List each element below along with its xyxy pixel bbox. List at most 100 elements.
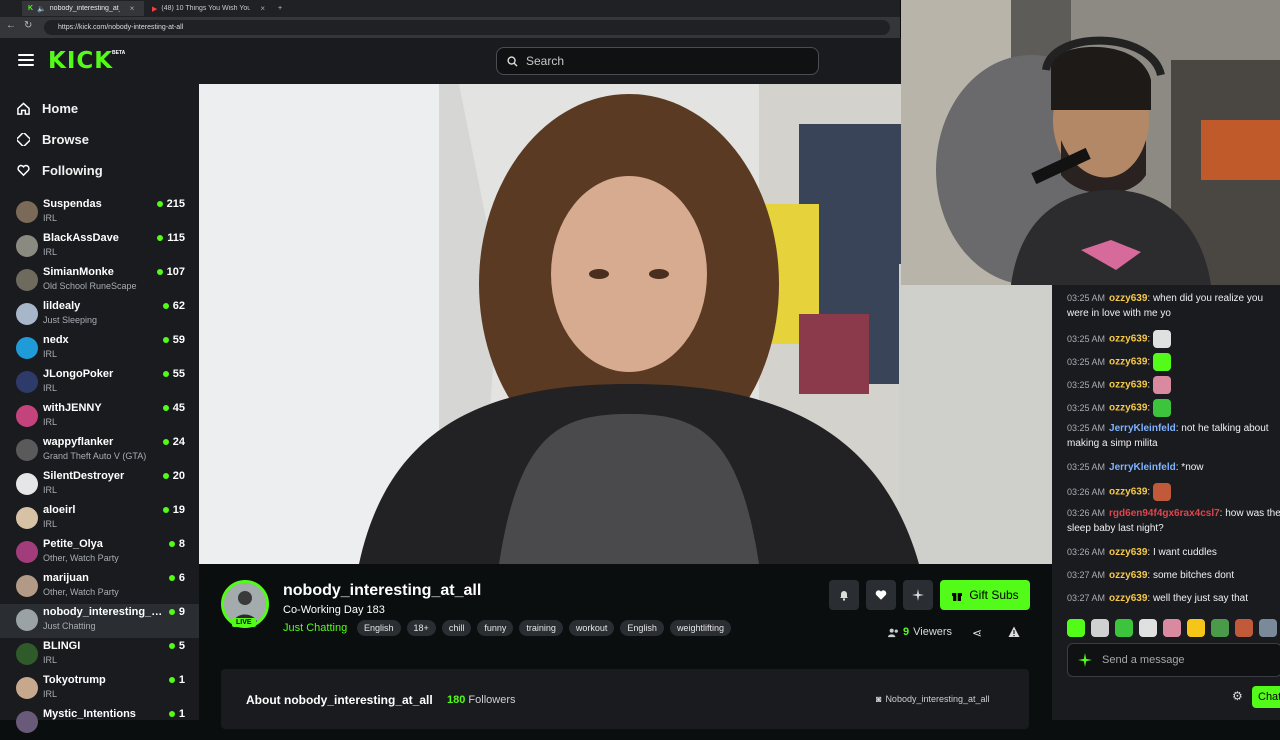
chat-username[interactable]: ozzy639	[1109, 570, 1147, 581]
emote-icon[interactable]	[1187, 619, 1205, 637]
emote-icon[interactable]	[1235, 619, 1253, 637]
chat-input[interactable]	[1102, 654, 1272, 666]
close-tab-icon[interactable]: ×	[130, 4, 135, 13]
sidebar-channel-simianmonke[interactable]: SimianMonke Old School RuneScape 107	[0, 264, 199, 298]
sidebar-channel-petite-olya[interactable]: Petite_Olya Other, Watch Party 8	[0, 536, 199, 570]
channel-name: JLongoPoker	[43, 368, 114, 380]
stream-tag[interactable]: training	[519, 620, 563, 636]
nav-browse[interactable]: Browse	[17, 132, 89, 147]
discord-icon: ◙	[876, 694, 882, 704]
channel-category: Just Chatting	[43, 621, 96, 631]
gift-subs-button[interactable]: Gift Subs	[940, 580, 1030, 610]
nav-following[interactable]: Following	[17, 163, 103, 178]
sidebar-channel-jlongopoker[interactable]: JLongoPoker IRL 55	[0, 366, 199, 400]
search-box[interactable]	[496, 47, 819, 75]
channel-viewers: 5	[168, 640, 185, 652]
chat-username[interactable]: ozzy639	[1109, 487, 1147, 498]
sidebar-channel-silentdestroyer[interactable]: SilentDestroyer IRL 20	[0, 468, 199, 502]
notification-button[interactable]	[829, 580, 859, 610]
sidebar-channel-tokyotrump[interactable]: Tokyotrump IRL 1	[0, 672, 199, 706]
chat-username[interactable]: ozzy639	[1109, 403, 1147, 414]
chat-username[interactable]: ozzy639	[1109, 293, 1147, 304]
chat-timestamp: 03:27 AM	[1067, 570, 1106, 580]
channel-viewers: 62	[162, 300, 185, 312]
sidebar-channel-blackassdave[interactable]: BlackAssDave IRL 115	[0, 230, 199, 264]
stream-tag[interactable]: English	[620, 620, 664, 636]
channel-name: SilentDestroyer	[43, 470, 125, 482]
discord-link[interactable]: ◙ Nobody_interesting_at_all	[876, 694, 990, 704]
chat-timestamp: 03:25 AM	[1067, 379, 1106, 390]
chat-timestamp: 03:26 AM	[1067, 547, 1106, 557]
follow-button[interactable]	[866, 580, 896, 610]
channel-viewers: 20	[162, 470, 185, 482]
sidebar-channel-blingi[interactable]: BLINGI IRL 5	[0, 638, 199, 672]
search-input[interactable]	[526, 54, 806, 68]
chat-username[interactable]: JerryKleinfeld	[1109, 462, 1176, 473]
browser-tab[interactable]: ▶ (48) 10 Things You Wish You Kne ×	[146, 1, 271, 16]
chat-username[interactable]: rgd6en94f4gx6rax4csl7	[1109, 508, 1220, 519]
sidebar-channel-withjenny[interactable]: withJENNY IRL 45	[0, 400, 199, 434]
nav-home[interactable]: Home	[17, 101, 78, 116]
chat-username[interactable]: ozzy639	[1109, 593, 1147, 604]
close-tab-icon[interactable]: ×	[260, 4, 265, 13]
chat-input-box[interactable]	[1067, 643, 1280, 677]
chat-username[interactable]: ozzy639	[1109, 334, 1147, 345]
channel-viewers: 45	[162, 402, 185, 414]
stream-tag[interactable]: 18+	[406, 620, 436, 636]
browser-tab-active[interactable]: K 🔈 nobody_interesting_at_all St ×	[22, 1, 144, 16]
sidebar-channel-mystic-intentions[interactable]: Mystic_Intentions 1	[0, 706, 199, 740]
sidebar-channel-wappyflanker[interactable]: wappyflanker Grand Theft Auto V (GTA) 24	[0, 434, 199, 468]
emote-icon[interactable]	[1211, 619, 1229, 637]
chat-username[interactable]: ozzy639	[1109, 357, 1147, 368]
chat-emote-icon[interactable]	[1152, 483, 1171, 501]
sidebar-channel-nobody-interesting-at-all[interactable]: nobody_interesting_at_all Just Chatting 9	[0, 604, 199, 638]
chat-message: 03:26 AM rgd6en94f4gx6rax4csl7: how was t…	[1067, 508, 1280, 534]
sidebar-channel-lildealy[interactable]: lildealy Just Sleeping 62	[0, 298, 199, 332]
sidebar-channel-aloeirl[interactable]: aloeirl IRL 19	[0, 502, 199, 536]
stream-tag[interactable]: English	[357, 620, 401, 636]
share-icon[interactable]: ⋖	[972, 626, 982, 640]
chat-emote-icon[interactable]	[1152, 353, 1171, 371]
chat-username[interactable]: ozzy639	[1109, 380, 1147, 391]
sidebar-channel-nedx[interactable]: nedx IRL 59	[0, 332, 199, 366]
emote-icon[interactable]	[1163, 619, 1181, 637]
channel-category: IRL	[43, 485, 58, 495]
channel-category: IRL	[43, 247, 58, 257]
emote-icon[interactable]	[1259, 619, 1277, 637]
channel-viewers: 6	[168, 572, 185, 584]
new-tab-icon[interactable]: +	[272, 1, 288, 16]
menu-icon[interactable]	[18, 54, 34, 66]
sidebar-channel-marijuan[interactable]: marijuan Other, Watch Party 6	[0, 570, 199, 604]
stream-tag[interactable]: chill	[441, 620, 472, 636]
stream-tag[interactable]: funny	[477, 620, 514, 636]
chat-send-button[interactable]: Chat	[1252, 686, 1280, 708]
emote-icon[interactable]	[1067, 619, 1085, 637]
back-icon[interactable]: ←	[6, 20, 16, 31]
channel-category: Grand Theft Auto V (GTA)	[43, 451, 147, 461]
kick-logo[interactable]: KICK	[48, 48, 113, 74]
chat-emote-icon[interactable]	[1152, 376, 1171, 394]
stream-tag[interactable]: weightlifting	[669, 620, 731, 636]
discord-link-label: Nobody_interesting_at_all	[885, 694, 990, 704]
live-dot-icon	[168, 609, 175, 615]
emote-icon[interactable]	[1091, 619, 1109, 637]
url-field[interactable]: https://kick.com/nobody-interesting-at-a…	[44, 20, 890, 35]
chat-username[interactable]: ozzy639	[1109, 547, 1147, 558]
channel-avatar	[16, 541, 38, 563]
channel-name[interactable]: nobody_interesting_at_all	[283, 582, 481, 600]
emote-icon[interactable]	[1115, 619, 1133, 637]
channel-viewers: 59	[162, 334, 185, 346]
stream-tag[interactable]: workout	[568, 620, 615, 636]
reload-icon[interactable]: ↻	[24, 20, 32, 31]
chat-text: *now	[1181, 462, 1204, 473]
report-icon[interactable]	[1008, 625, 1020, 643]
sidebar-channel-suspendas[interactable]: Suspendas IRL 215	[0, 196, 199, 230]
chat-username[interactable]: JerryKleinfeld	[1109, 423, 1176, 434]
gear-icon[interactable]: ⚙	[1232, 689, 1243, 703]
chat-emote-icon[interactable]	[1152, 330, 1171, 348]
chat-emote-icon[interactable]	[1152, 399, 1171, 417]
emote-icon[interactable]	[1139, 619, 1157, 637]
bell-icon	[840, 591, 848, 601]
clip-button[interactable]	[903, 580, 933, 610]
stream-category-link[interactable]: Just Chatting	[283, 622, 347, 634]
